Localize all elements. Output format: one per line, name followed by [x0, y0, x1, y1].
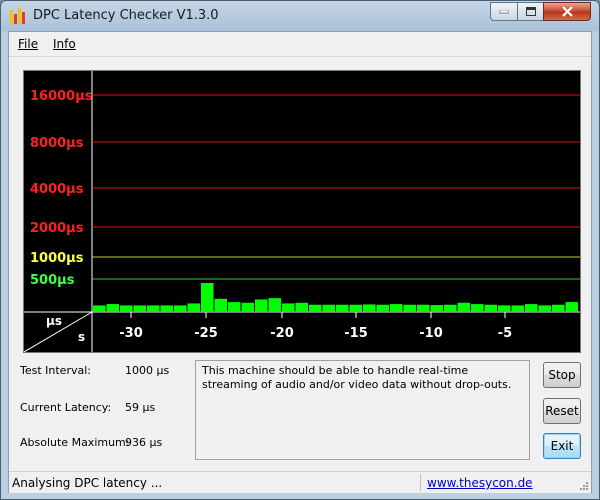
latency-bar	[390, 304, 403, 312]
latency-bar	[106, 304, 119, 312]
close-button[interactable]	[543, 2, 591, 21]
y-tick-label: 2000µs	[30, 221, 84, 236]
x-tick-label: -10	[419, 326, 443, 341]
title-bar[interactable]: DPC Latency Checker V1.3.0	[1, 1, 599, 31]
absolute-maximum-value: 936 µs	[125, 436, 163, 449]
latency-bar	[241, 302, 254, 312]
website-link[interactable]: www.thesycon.de	[427, 476, 533, 490]
latency-chart-svg: 16000µs 8000µs 4000µs 2000µs 1000µs 500µs µs s -…	[24, 71, 580, 352]
latency-bar	[120, 305, 133, 312]
status-message-box: This machine should be able to handle re…	[195, 360, 530, 460]
latency-bar	[511, 305, 524, 312]
maximize-button[interactable]	[517, 2, 544, 21]
latency-bar	[565, 302, 578, 312]
latency-bar	[444, 304, 457, 312]
latency-bar	[309, 304, 322, 312]
menu-file[interactable]: File	[18, 37, 38, 51]
current-latency-value: 59 µs	[125, 401, 156, 414]
y-tick-label: 16000µs	[30, 89, 93, 104]
menu-bar: File Info	[9, 32, 591, 57]
latency-bar	[430, 305, 443, 312]
status-text: Analysing DPC latency ...	[12, 476, 163, 490]
latency-bar	[484, 304, 497, 312]
latency-bar	[201, 282, 214, 312]
latency-bar	[228, 302, 241, 312]
latency-bar	[255, 299, 268, 312]
latency-bar	[187, 303, 200, 312]
latency-bar	[268, 298, 281, 312]
latency-bar	[133, 305, 146, 312]
close-icon	[561, 6, 573, 17]
latency-bar	[538, 305, 551, 312]
y-tick-label: 8000µs	[30, 136, 84, 151]
minimize-button[interactable]	[490, 2, 518, 21]
window-title: DPC Latency Checker V1.3.0	[33, 8, 219, 23]
latency-bar	[525, 304, 538, 312]
x-tick-label: -5	[498, 326, 512, 341]
y-tick-label: 500µs	[30, 273, 75, 288]
x-tick-label: -30	[119, 326, 143, 341]
x-tick-label: -25	[194, 326, 218, 341]
resize-grip-icon[interactable]	[579, 481, 589, 491]
latency-bar	[160, 305, 173, 312]
app-logo-icon	[10, 8, 26, 24]
latency-bar	[403, 304, 416, 312]
test-interval-value: 1000 µs	[125, 364, 170, 377]
latency-bar	[147, 305, 160, 312]
latency-bar	[174, 305, 187, 312]
latency-bar	[417, 304, 430, 312]
latency-bar	[214, 298, 227, 312]
menu-info[interactable]: Info	[53, 37, 76, 51]
latency-bar	[322, 304, 335, 312]
x-unit-label: s	[78, 330, 85, 344]
latency-bar	[376, 304, 389, 312]
latency-bar	[349, 304, 362, 312]
status-separator	[420, 474, 421, 491]
latency-bar	[552, 304, 565, 312]
latency-bar	[295, 302, 308, 312]
y-tick-label: 4000µs	[30, 182, 84, 197]
exit-button[interactable]: Exit	[543, 433, 581, 459]
menu-file-label: File	[18, 37, 39, 51]
absolute-maximum-label: Absolute Maximum:	[20, 436, 130, 449]
y-unit-label: µs	[46, 314, 62, 328]
y-tick-label: 1000µs	[30, 251, 84, 266]
reset-button[interactable]: Reset	[543, 398, 581, 424]
current-latency-label: Current Latency:	[20, 401, 112, 414]
latency-bar	[363, 304, 376, 312]
latency-bar	[471, 304, 484, 312]
x-tick-label: -20	[270, 326, 294, 341]
latency-bar	[336, 304, 349, 312]
stop-button[interactable]: Stop	[543, 362, 581, 388]
latency-bar	[93, 305, 106, 312]
client-area: File Info 16000µs 8000µs 4000µs 2000µs 1000µ…	[8, 31, 592, 493]
maximize-icon	[525, 7, 536, 16]
menu-info-label: Info	[53, 37, 76, 51]
latency-bar	[282, 303, 295, 312]
x-tick-label: -15	[344, 326, 368, 341]
app-window: DPC Latency Checker V1.3.0 File Info 160…	[0, 0, 600, 500]
test-interval-label: Test Interval:	[20, 364, 91, 377]
minimize-icon	[499, 9, 509, 13]
status-bar: Analysing DPC latency ... www.thesycon.d…	[9, 471, 591, 493]
latency-bar	[457, 302, 470, 312]
latency-chart: 16000µs 8000µs 4000µs 2000µs 1000µs 500µs µs s -…	[23, 70, 581, 353]
latency-bar	[498, 305, 511, 312]
